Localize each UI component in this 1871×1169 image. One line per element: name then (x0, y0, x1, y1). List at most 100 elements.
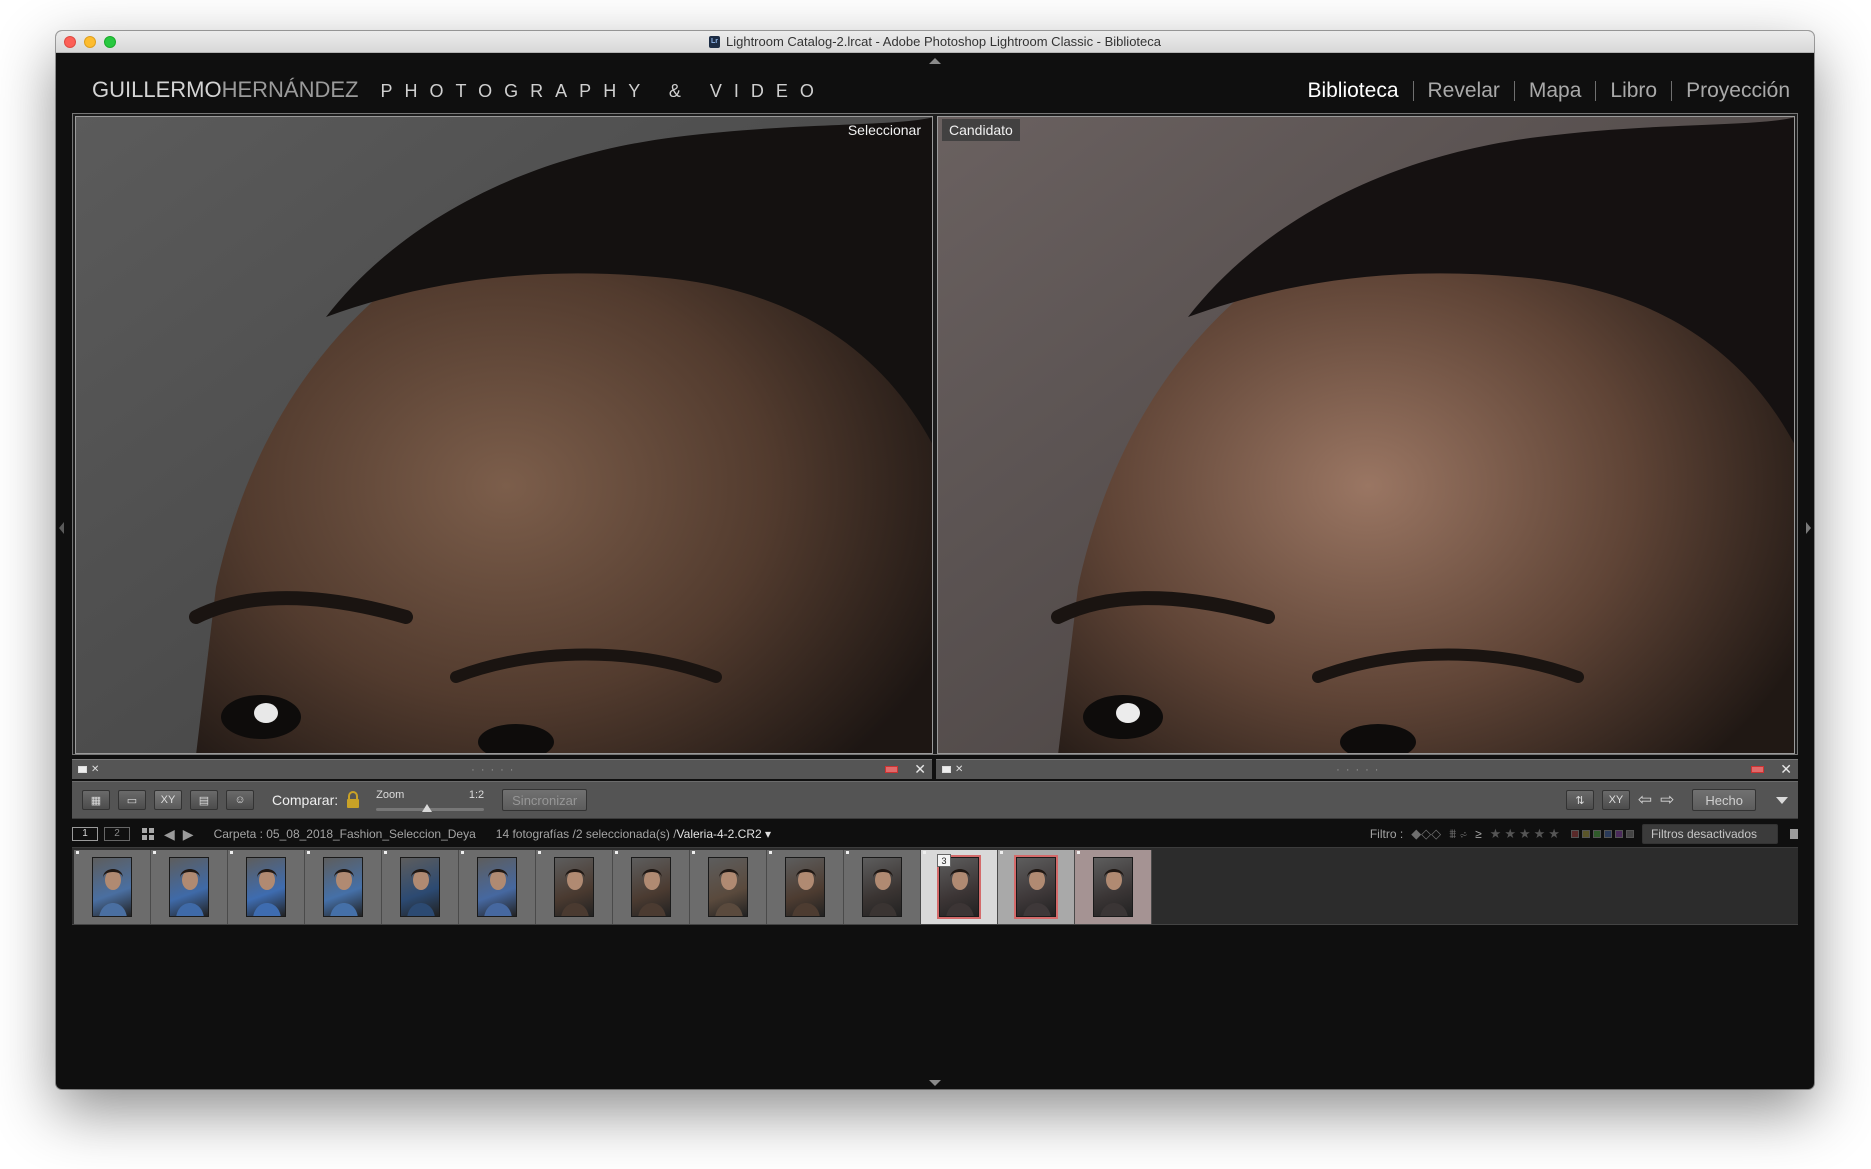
rating-dots[interactable]: ····· (969, 764, 1751, 776)
module-libro[interactable]: Libro (1610, 79, 1657, 103)
sync-button[interactable]: Sincronizar (502, 789, 588, 811)
select-pane-info-bar: ✕ ····· ✕ (72, 759, 932, 779)
edit-filter-icons[interactable]: ⩩ ⩫ (1449, 826, 1467, 842)
filmstrip-thumbnail[interactable] (305, 850, 382, 924)
filmstrip: 3 (72, 847, 1798, 925)
thumbnail-image (246, 857, 286, 917)
filmstrip-thumbnail[interactable] (459, 850, 536, 924)
red-color-label-icon[interactable] (1751, 766, 1765, 773)
filter-lock-icon[interactable] (1790, 829, 1798, 839)
filmstrip-thumbnail[interactable] (228, 850, 305, 924)
identity-plate: GUILLERMO HERNÁNDEZ PHOTOGRAPHY & VIDEO (92, 77, 826, 103)
filmstrip-thumbnail[interactable] (74, 850, 151, 924)
grid-mini-icon[interactable] (142, 828, 154, 840)
compare-view-icon[interactable]: XY (154, 790, 182, 810)
filmstrip-thumbnail[interactable] (613, 850, 690, 924)
color-label-filter[interactable] (1570, 830, 1634, 838)
top-panel-toggle-icon[interactable] (929, 58, 941, 64)
filmstrip-thumbnails: 3 (74, 850, 1152, 924)
back-arrow-icon[interactable]: ◀ (164, 826, 175, 843)
lock-icon[interactable] (346, 791, 360, 809)
candidate-pane-info-bar: ✕ ····· ✕ (936, 759, 1798, 779)
previous-arrow-icon[interactable]: ⇦ (1638, 790, 1652, 810)
swap-icon[interactable]: ⇅ (1565, 790, 1594, 810)
survey-view-icon[interactable]: ▤ (190, 790, 218, 810)
identity-tagline: PHOTOGRAPHY & VIDEO (380, 81, 826, 101)
zoom-slider[interactable] (376, 804, 485, 812)
filmstrip-thumbnail[interactable] (1075, 850, 1152, 924)
candidate-photo (938, 117, 1794, 753)
red-color-label-icon[interactable] (885, 766, 899, 773)
module-divider (1595, 81, 1597, 101)
rating-operator[interactable]: ≥ (1475, 827, 1482, 841)
flag-filter-icons[interactable]: ◆◇◇ (1411, 826, 1441, 842)
thumbnail-image (169, 857, 209, 917)
filmstrip-thumbnail[interactable] (844, 850, 921, 924)
zoom-slider-handle[interactable] (422, 804, 433, 812)
module-revelar[interactable]: Revelar (1428, 79, 1500, 103)
module-proyeccion[interactable]: Proyección (1686, 79, 1790, 103)
filter-label: Filtro : (1369, 827, 1404, 841)
filter-bar: Filtro : ◆◇◇ ⩩ ⩫ ≥ ★★★★★ Filtros desacti… (1370, 824, 1798, 844)
maximize-window-button[interactable] (104, 36, 116, 48)
filmstrip-thumbnail[interactable] (998, 850, 1075, 924)
filmstrip-thumbnail[interactable] (151, 850, 228, 924)
module-picker: Biblioteca Revelar Mapa Libro Proyección (1307, 79, 1790, 103)
current-filename[interactable]: Valeria-4-2.CR2 ▾ (677, 827, 772, 841)
close-window-button[interactable] (64, 36, 76, 48)
module-mapa[interactable]: Mapa (1529, 79, 1582, 103)
reject-flag-icon[interactable]: ✕ (955, 764, 963, 775)
window-title: Lightroom Catalog-2.lrcat - Adobe Photos… (725, 34, 1161, 49)
filmstrip-thumbnail[interactable] (767, 850, 844, 924)
filter-preset-select[interactable]: Filtros desactivados (1641, 824, 1778, 844)
select-label: Seleccionar (847, 122, 921, 138)
compare-view: Seleccionar Candidato (72, 113, 1798, 755)
filmstrip-thumbnail[interactable] (690, 850, 767, 924)
lightroom-window: Lr Lightroom Catalog-2.lrcat - Adobe Pho… (56, 31, 1814, 1089)
make-select-icon[interactable]: XY (1601, 790, 1630, 810)
done-button[interactable]: Hecho (1692, 789, 1756, 811)
secondary-window-button[interactable]: 2 (104, 827, 130, 841)
thumbnail-image (1014, 855, 1058, 919)
bottom-panel-toggle-icon[interactable] (929, 1080, 941, 1086)
candidate-label: Candidato (942, 119, 1020, 141)
thumbnail-image (785, 857, 825, 917)
thumbnail-image (862, 857, 902, 917)
candidate-pane[interactable]: Candidato (937, 116, 1795, 754)
close-pane-icon[interactable]: ✕ (1780, 761, 1792, 778)
filmstrip-thumbnail[interactable]: 3 (921, 850, 998, 924)
module-divider (1513, 81, 1515, 101)
close-pane-icon[interactable]: ✕ (914, 761, 926, 778)
loupe-view-icon[interactable]: ▭ (118, 790, 146, 810)
filmstrip-thumbnail[interactable] (536, 850, 613, 924)
module-biblioteca[interactable]: Biblioteca (1307, 79, 1398, 103)
minimize-window-button[interactable] (84, 36, 96, 48)
flag-icon[interactable] (942, 766, 951, 773)
rating-dots[interactable]: ····· (105, 764, 885, 776)
thumbnail-corner-mark (76, 851, 79, 854)
source-folder-label[interactable]: Carpeta : 05_08_2018_Fashion_Seleccion_D… (214, 827, 476, 841)
next-arrow-icon[interactable]: ⇨ (1660, 790, 1674, 810)
reject-flag-icon[interactable]: ✕ (91, 764, 99, 775)
thumbnail-image (708, 857, 748, 917)
thumbnail-corner-mark (384, 851, 387, 854)
thumbnail-image (1093, 857, 1133, 917)
filmstrip-thumbnail[interactable] (382, 850, 459, 924)
forward-arrow-icon[interactable]: ▶ (183, 826, 194, 843)
toolbar-menu-caret-icon[interactable] (1776, 796, 1788, 804)
main-window-button[interactable]: 1 (72, 827, 98, 841)
thumbnail-image (554, 857, 594, 917)
left-panel-toggle-icon[interactable] (59, 522, 64, 534)
virtual-copy-badge: 3 (937, 854, 951, 867)
filmstrip-navigation: 1 2 ◀ ▶ Carpeta : 05_08_2018_Fashion_Sel… (72, 823, 1798, 845)
people-view-icon[interactable]: ☺ (226, 790, 254, 810)
flag-icon[interactable] (78, 766, 87, 773)
thumbnail-corner-mark (1077, 851, 1080, 854)
select-pane[interactable]: Seleccionar (75, 116, 933, 754)
thumbnail-corner-mark (615, 851, 618, 854)
right-panel-toggle-icon[interactable] (1806, 522, 1811, 534)
grid-view-icon[interactable]: ▦ (82, 790, 110, 810)
select-photo (76, 117, 932, 753)
zoom-slider-group: Zoom 1:2 (376, 789, 485, 812)
star-rating-filter[interactable]: ★★★★★ (1490, 826, 1563, 842)
